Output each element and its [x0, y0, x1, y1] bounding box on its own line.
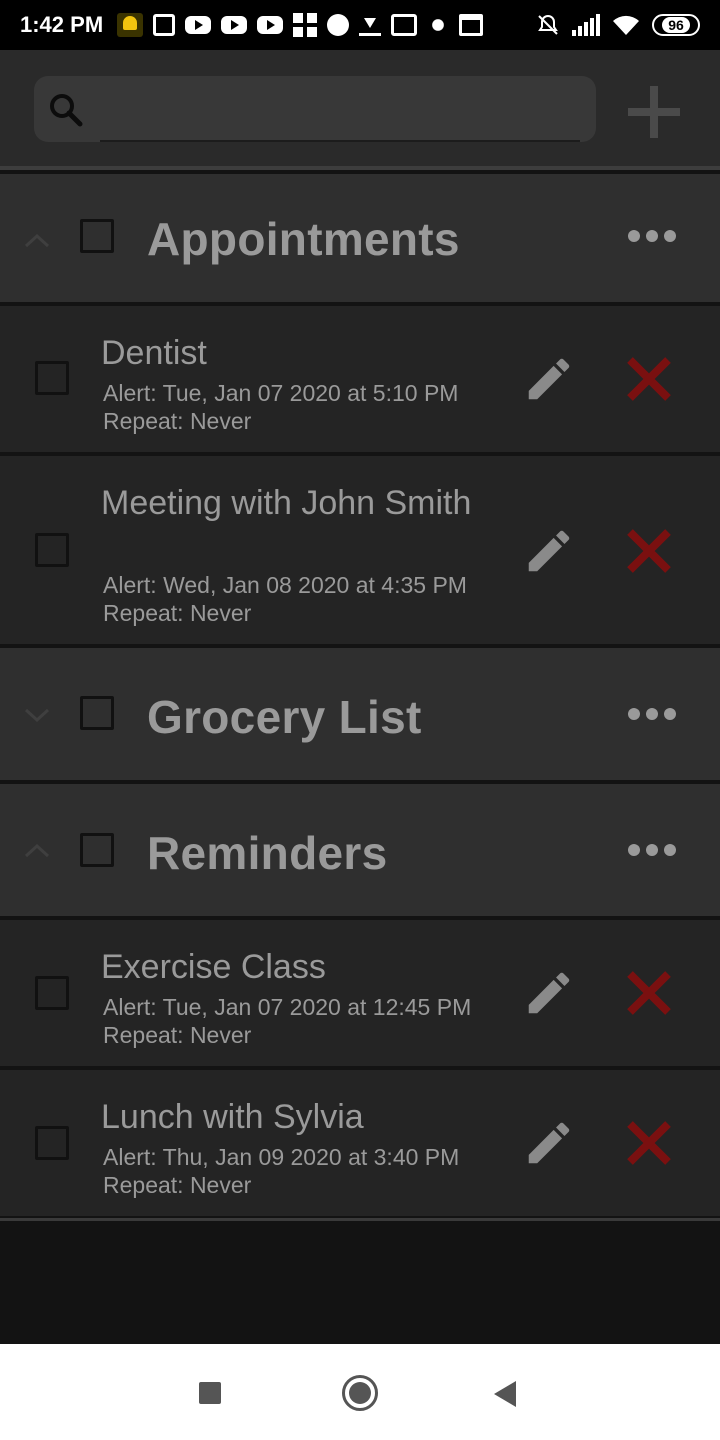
edit-icon[interactable]	[522, 1116, 576, 1170]
more-options-icon[interactable]	[626, 840, 678, 860]
item-repeat: Repeat: Never	[103, 1172, 252, 1198]
item-repeat: Repeat: Never	[103, 1022, 252, 1048]
gmail-icon	[391, 14, 418, 36]
youtube-icon	[221, 16, 248, 34]
item-checkbox[interactable]	[35, 976, 69, 1010]
search-input[interactable]	[100, 86, 580, 132]
pinwheel-icon	[427, 14, 450, 36]
list-item[interactable]: Dentist Alert: Tue, Jan 07 2020 at 5:10 …	[0, 306, 720, 452]
system-nav-bar	[0, 1344, 720, 1440]
delete-icon[interactable]	[624, 354, 674, 404]
list-item[interactable]: Exercise Class Alert: Tue, Jan 07 2020 a…	[0, 920, 720, 1066]
notification-icons	[117, 13, 484, 37]
chevron-up-icon[interactable]	[22, 838, 52, 862]
item-repeat: Repeat: Never	[103, 408, 252, 434]
delete-icon[interactable]	[624, 1118, 674, 1168]
item-alert: Alert: Wed, Jan 08 2020 at 4:35 PM	[103, 572, 467, 598]
add-button[interactable]	[626, 84, 682, 140]
chevron-up-icon[interactable]	[22, 228, 52, 252]
bell-icon	[117, 13, 144, 37]
delete-icon[interactable]	[624, 968, 674, 1018]
wifi-icon	[613, 15, 639, 35]
edit-icon[interactable]	[522, 966, 576, 1020]
battery-level: 96	[662, 17, 690, 33]
category-header-grocery-list[interactable]: Grocery List	[0, 648, 720, 780]
recents-icon[interactable]	[199, 1382, 221, 1404]
category-checkbox[interactable]	[80, 833, 114, 867]
more-options-icon[interactable]	[626, 226, 678, 246]
item-repeat: Repeat: Never	[103, 600, 252, 626]
news-icon	[153, 14, 176, 36]
empty-list-area	[0, 1218, 720, 1344]
podcast-icon	[327, 14, 350, 36]
search-box[interactable]	[34, 76, 596, 142]
app-root: 1:42 PM 96 Appointments Dentist Alert: T…	[0, 0, 720, 1440]
download-icon	[359, 14, 382, 36]
more-options-icon[interactable]	[626, 704, 678, 724]
category-checkbox[interactable]	[80, 219, 114, 253]
home-icon[interactable]	[342, 1375, 378, 1411]
search-underline	[100, 140, 580, 142]
item-checkbox[interactable]	[35, 1126, 69, 1160]
status-time: 1:42 PM	[20, 12, 104, 37]
back-icon[interactable]	[494, 1381, 516, 1407]
item-title: Meeting with John Smith	[101, 484, 472, 522]
signal-icon	[572, 14, 600, 36]
item-checkbox[interactable]	[35, 533, 69, 567]
category-title: Grocery List	[147, 691, 422, 743]
category-title: Appointments	[147, 213, 460, 265]
system-icons: 96	[536, 13, 700, 37]
edit-icon[interactable]	[522, 524, 576, 578]
delete-icon[interactable]	[624, 526, 674, 576]
item-alert: Alert: Tue, Jan 07 2020 at 5:10 PM	[103, 380, 459, 406]
alarm-off-icon	[538, 14, 558, 35]
item-title: Dentist	[101, 334, 207, 372]
status-bar: 1:42 PM 96	[0, 0, 720, 50]
chevron-down-icon[interactable]	[22, 704, 52, 728]
item-alert: Alert: Tue, Jan 07 2020 at 12:45 PM	[103, 994, 472, 1020]
youtube-icon	[257, 16, 284, 34]
list-item[interactable]: Meeting with John Smith Alert: Wed, Jan …	[0, 456, 720, 644]
category-title: Reminders	[147, 827, 388, 879]
apps-icon	[293, 13, 318, 37]
youtube-icon	[185, 16, 212, 34]
category-checkbox[interactable]	[80, 696, 114, 730]
list-item[interactable]: Lunch with Sylvia Alert: Thu, Jan 09 202…	[0, 1070, 720, 1216]
calendar-icon	[459, 14, 484, 36]
battery-icon: 96	[652, 14, 700, 36]
item-checkbox[interactable]	[35, 361, 69, 395]
edit-icon[interactable]	[522, 352, 576, 406]
category-header-reminders[interactable]: Reminders	[0, 784, 720, 916]
category-header-appointments[interactable]: Appointments	[0, 174, 720, 306]
item-alert: Alert: Thu, Jan 09 2020 at 3:40 PM	[103, 1144, 460, 1170]
search-icon	[50, 94, 83, 127]
search-header	[0, 50, 720, 170]
item-title: Lunch with Sylvia	[101, 1098, 364, 1136]
item-title: Exercise Class	[101, 948, 326, 986]
